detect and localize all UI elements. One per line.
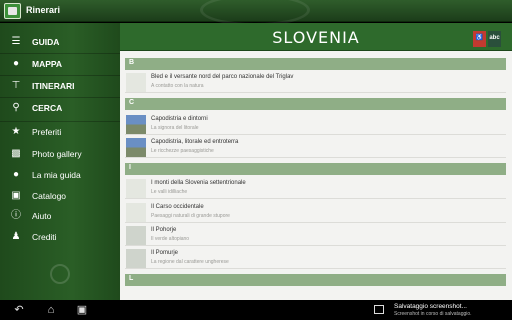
thumbnail: [126, 226, 146, 245]
list-item[interactable]: Bled e il versante nord del parco nazion…: [125, 71, 506, 93]
section-letter: B: [129, 59, 135, 66]
item-subtitle: Il verde altopiano: [151, 236, 190, 242]
back-icon[interactable]: ↶: [10, 302, 28, 318]
section-letter: L: [129, 275, 134, 282]
section-letter: C: [129, 99, 135, 106]
map-pin-icon: ●: [12, 58, 20, 69]
alphabetical-sort-icon[interactable]: abc: [488, 31, 501, 47]
sidebar-item-crediti[interactable]: ♟ Crediti: [0, 227, 120, 247]
itinerary-list-panel: SLOVENIA B Bled e il versante nord del p…: [120, 23, 512, 300]
list-item[interactable]: Capodistria e dintorni La signora del li…: [125, 113, 506, 135]
image-icon: [374, 305, 384, 314]
sidebar-item-aiuto[interactable]: ⓘ Aiuto: [0, 206, 120, 226]
sidebar-item-label: La mia guida: [32, 170, 81, 180]
map-pin-icon: ●: [12, 169, 20, 180]
sidebar-item-mappa[interactable]: ● MAPPA: [0, 54, 120, 74]
thumbnail: [126, 179, 146, 198]
sidebar-item-catalogo[interactable]: ▣ Catalogo: [0, 186, 120, 206]
sidebar-item-photo-gallery[interactable]: ▩ Photo gallery: [0, 144, 120, 164]
section-header: B: [125, 58, 506, 70]
sidebar-item-label: Aiuto: [32, 211, 52, 221]
item-title: Bled e il versante nord del parco nazion…: [151, 74, 294, 80]
sidebar-item-label: CERCA: [32, 103, 63, 113]
item-title: Capodistria, litorale ed entroterra: [151, 139, 239, 145]
sidebar-item-label: Crediti: [32, 232, 57, 242]
thumbnail: [126, 73, 146, 92]
list-item[interactable]: Il Pomurje La regione dal carattere ungh…: [125, 247, 506, 269]
sidebar-item-label: Photo gallery: [32, 149, 82, 159]
item-title: Il Pomurje: [151, 250, 179, 256]
notification-title: Salvataggio screenshot...: [394, 303, 467, 310]
section-header: I: [125, 163, 506, 175]
item-subtitle: La signora del litorale: [151, 125, 199, 131]
thumbnail: [126, 203, 146, 222]
sidebar-item-itinerari[interactable]: ⊤ ITINERARI: [0, 76, 120, 96]
notification[interactable]: Salvataggio screenshot... Screenshot in …: [370, 300, 512, 320]
sidebar-item-label: ITINERARI: [32, 81, 75, 91]
watermark-logo: [50, 264, 70, 284]
camera-icon: ▩: [11, 148, 21, 159]
sidebar-item-la-mia-guida[interactable]: ● La mia guida: [0, 165, 120, 185]
sidebar-item-label: Preferiti: [32, 127, 62, 137]
sidebar-item-label: GUIDA: [32, 37, 60, 47]
people-icon: ♟: [11, 231, 21, 242]
sidebar-item-label: Catalogo: [32, 191, 67, 201]
item-title: Capodistria e dintorni: [151, 116, 208, 122]
star-icon: ★: [11, 126, 21, 137]
search-icon: ⚲: [12, 102, 20, 113]
book-icon: ▣: [11, 190, 21, 201]
sidebar-item-guida[interactable]: ☰ GUIDA: [0, 32, 120, 52]
list-item[interactable]: Il Pohorje Il verde altopiano: [125, 224, 506, 246]
item-title: I monti della Slovenia settentrionale: [151, 180, 246, 186]
item-subtitle: Paesaggi naturali di grande stupore: [151, 213, 230, 219]
action-bar: Rinerari: [0, 0, 512, 26]
item-subtitle: A contatto con la natura: [151, 83, 204, 89]
list-item[interactable]: Il Carso occidentale Paesaggi naturali d…: [125, 201, 506, 223]
item-subtitle: Le ricchezze paesaggistiche: [151, 148, 214, 154]
list-item[interactable]: I monti della Slovenia settentrionale Le…: [125, 177, 506, 199]
item-subtitle: La regione dal carattere ungherese: [151, 259, 229, 265]
notification-subtitle: Screenshot in corso di salvataggio.: [394, 311, 472, 317]
sidebar: ☰ GUIDA ● MAPPA ⊤ ITINERARI ⚲ CERCA ★ Pr…: [0, 23, 120, 300]
thumbnail: [126, 115, 146, 134]
item-title: Il Carso occidentale: [151, 204, 204, 210]
list-item[interactable]: Capodistria, litorale ed entroterra Le r…: [125, 136, 506, 158]
thumbnail: [126, 249, 146, 268]
signpost-icon: ⊤: [11, 80, 21, 91]
app-root: Rinerari ☰ GUIDA ● MAPPA ⊤ ITINERARI ⚲ C…: [0, 0, 512, 320]
item-title: Il Pohorje: [151, 227, 177, 233]
app-icon[interactable]: [4, 3, 21, 19]
info-icon: ⓘ: [11, 210, 21, 221]
sidebar-item-label: MAPPA: [32, 59, 63, 69]
thumbnail: [126, 138, 146, 157]
section-header: C: [125, 98, 506, 110]
recent-apps-icon[interactable]: ▣: [73, 302, 91, 318]
section-letter: I: [129, 164, 131, 171]
app-title: Rinerari: [26, 5, 61, 15]
item-subtitle: Le valli idilliache: [151, 189, 188, 195]
section-header: L: [125, 274, 506, 286]
accessibility-filter-icon[interactable]: ♿: [473, 31, 486, 47]
page-title: SLOVENIA: [272, 28, 360, 47]
list-icon: ☰: [11, 36, 21, 47]
sidebar-item-preferiti[interactable]: ★ Preferiti: [0, 122, 120, 142]
home-icon[interactable]: ⌂: [42, 302, 60, 318]
page-header: SLOVENIA: [120, 23, 512, 51]
sidebar-item-cerca[interactable]: ⚲ CERCA: [0, 98, 120, 118]
